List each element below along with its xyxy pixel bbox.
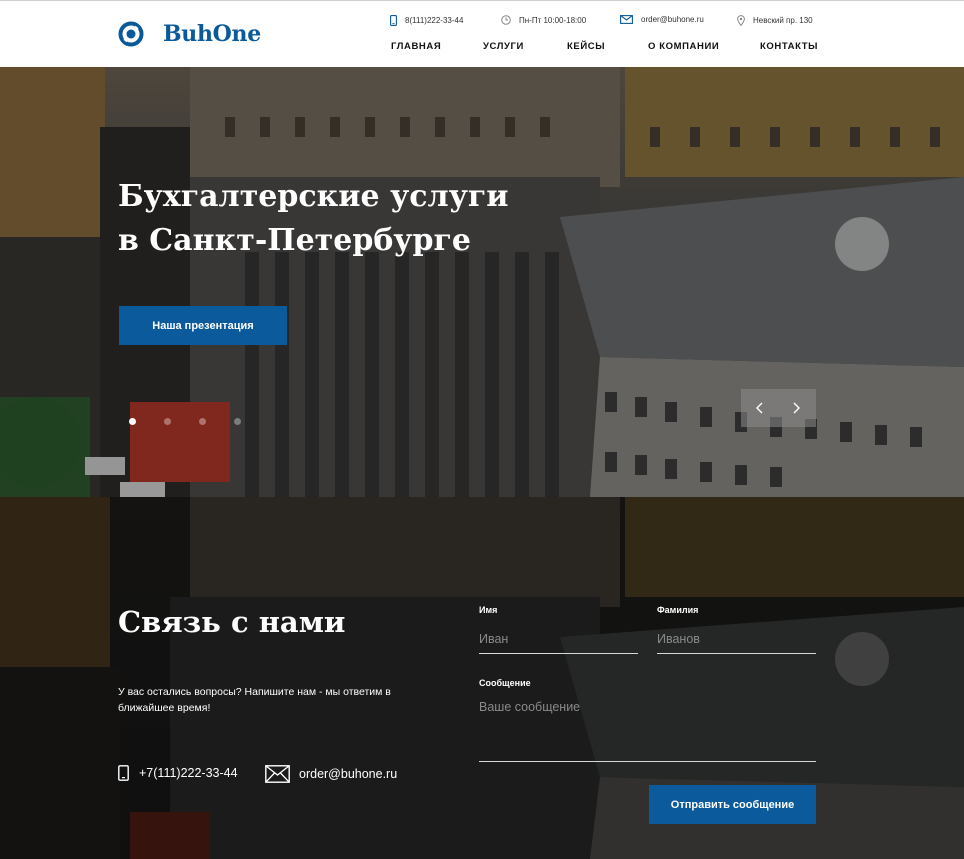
header-phone-text: 8(111)222-33-44 — [405, 16, 464, 25]
last-name-field[interactable] — [657, 625, 816, 654]
contact-description: У вас остались вопросы? Напишите нам - м… — [118, 686, 391, 714]
message-field[interactable] — [479, 698, 816, 762]
hero-slider: Бухгалтерские услуги в Санкт-Петербурге … — [0, 67, 964, 497]
slider-next-button[interactable] — [778, 389, 815, 427]
nav-item-main[interactable]: ГЛАВНАЯ — [391, 41, 441, 52]
mail-icon — [265, 765, 290, 783]
contact-phone[interactable]: +7(111)222-33-44 — [118, 765, 238, 781]
phone-icon — [118, 765, 129, 781]
nav-item-about[interactable]: О КОМПАНИИ — [648, 41, 719, 52]
presentation-button[interactable]: Наша презентация — [119, 306, 287, 345]
header-email[interactable]: order@buhone.ru — [620, 15, 704, 24]
header-address-text: Невский пр. 130 — [753, 16, 813, 25]
message-label: Сообщение — [479, 678, 531, 688]
nav-item-services[interactable]: УСЛУГИ — [483, 41, 524, 52]
slider-dot-2[interactable] — [164, 418, 171, 425]
header-hours-text: Пн-Пт 10:00-18:00 — [519, 15, 587, 25]
contact-email[interactable]: order@buhone.ru — [265, 765, 397, 783]
nav-item-cases[interactable]: КЕЙСЫ — [567, 41, 605, 52]
location-pin-icon — [737, 15, 745, 26]
chevron-left-icon — [756, 402, 763, 414]
phone-icon — [390, 15, 397, 26]
slider-dot-4[interactable] — [234, 418, 241, 425]
header-email-text: order@buhone.ru — [641, 15, 704, 24]
contact-phone-text: +7(111)222-33-44 — [139, 766, 238, 780]
nav-item-contacts[interactable]: КОНТАКТЫ — [760, 41, 818, 52]
logo-text: BuhOne — [163, 21, 261, 47]
contact-section: Связь с нами У вас остались вопросы? Нап… — [0, 497, 964, 859]
slider-arrows — [741, 389, 816, 427]
mail-icon — [620, 15, 633, 24]
header-address: Невский пр. 130 — [737, 15, 813, 26]
hero-overlay — [0, 67, 964, 497]
hero-title-line-1: Бухгалтерские услуги — [118, 179, 509, 214]
logo[interactable]: BuhOne — [118, 21, 261, 47]
chevron-right-icon — [793, 402, 800, 414]
header-phone[interactable]: 8(111)222-33-44 — [390, 15, 463, 26]
logo-mark-icon — [118, 21, 144, 47]
slider-dots — [129, 418, 269, 425]
header-hours: Пн-Пт 10:00-18:00 — [501, 15, 586, 25]
first-name-label: Имя — [479, 605, 498, 615]
first-name-field[interactable] — [479, 625, 638, 654]
send-message-button[interactable]: Отправить сообщение — [649, 785, 816, 824]
hero-title: Бухгалтерские услуги в Санкт-Петербурге — [118, 175, 509, 263]
last-name-label: Фамилия — [657, 605, 699, 615]
clock-icon — [501, 15, 511, 25]
slider-dot-3[interactable] — [199, 418, 206, 425]
contact-title: Связь с нами — [118, 605, 346, 639]
contact-email-text: order@buhone.ru — [299, 767, 398, 781]
hero-title-line-2: в Санкт-Петербурге — [118, 223, 471, 258]
site-header: BuhOne 8(111)222-33-44 Пн-Пт 10:00-18:00… — [0, 0, 964, 67]
slider-dot-1[interactable] — [129, 418, 136, 425]
slider-prev-button[interactable] — [741, 389, 778, 427]
